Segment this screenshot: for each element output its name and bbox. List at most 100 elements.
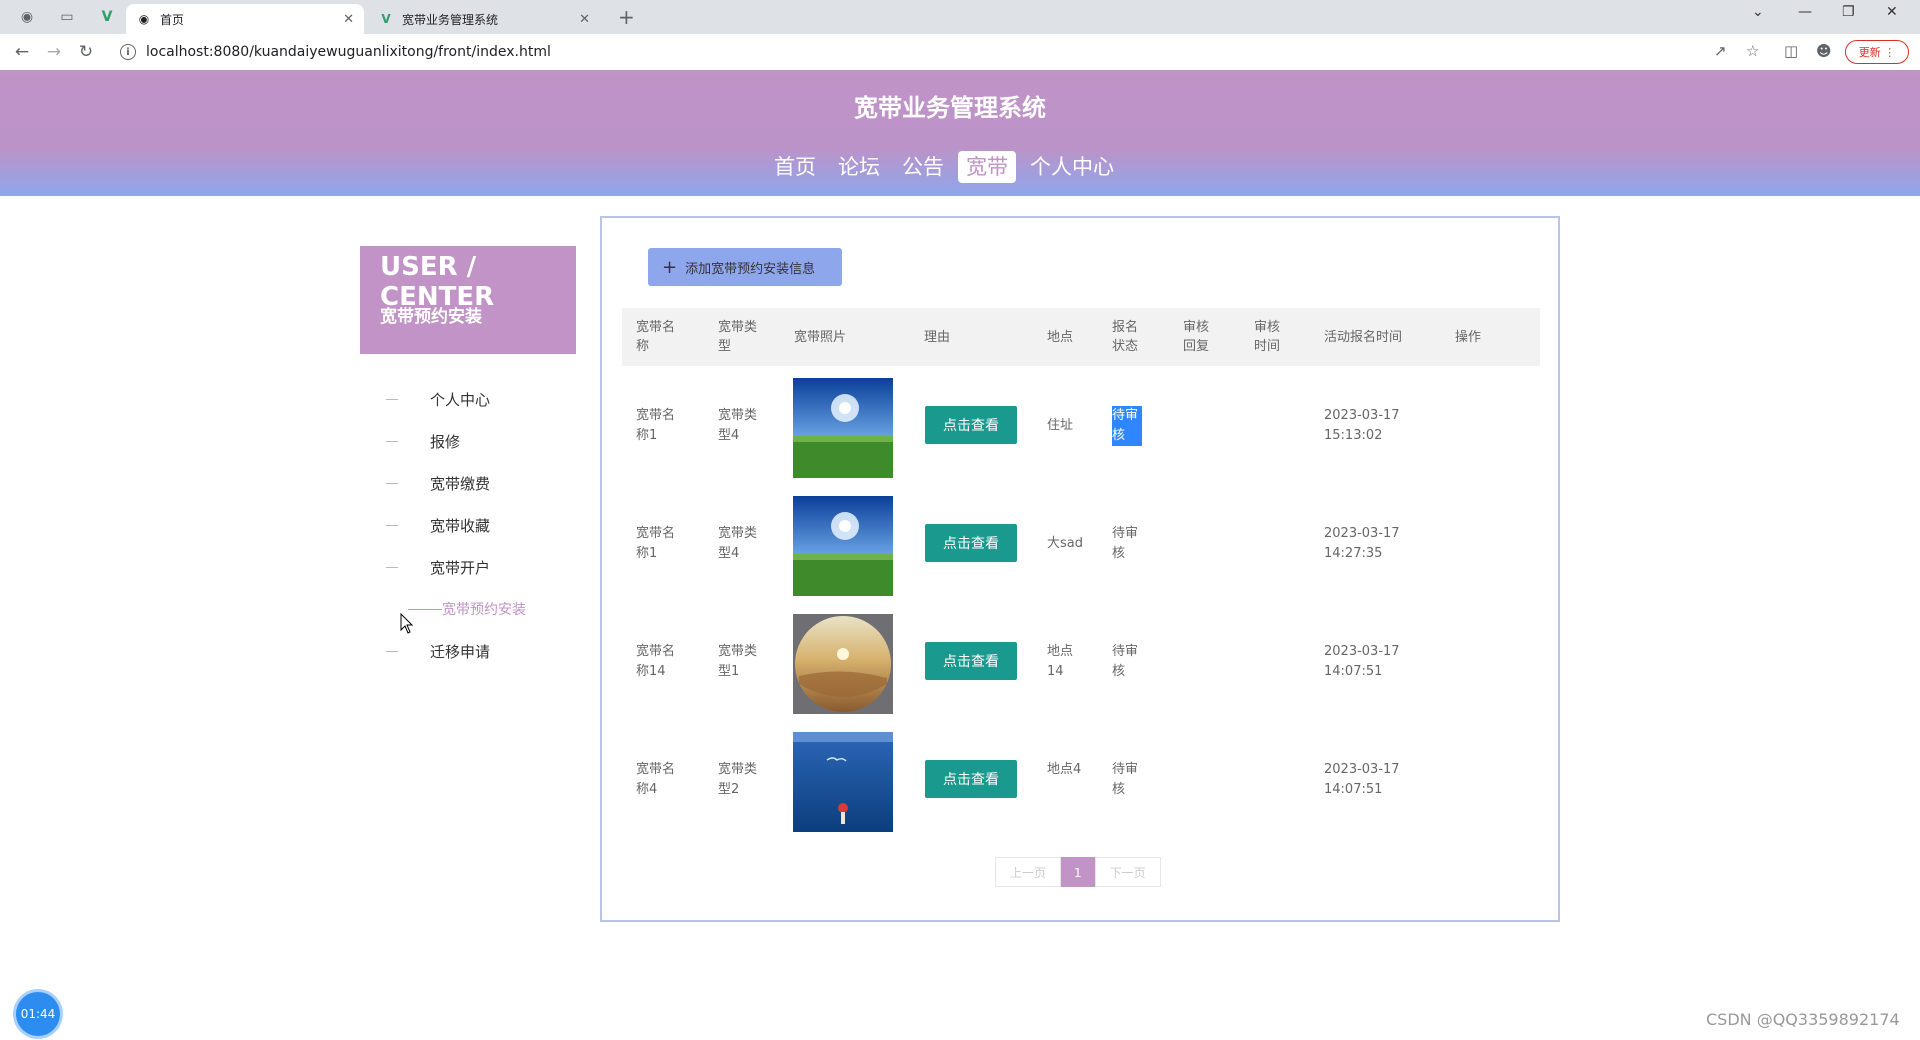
sidebar-item-favorites[interactable]: 宽带收藏	[360, 504, 580, 546]
forward-icon[interactable]: →	[42, 40, 66, 64]
vue-icon: V	[381, 12, 391, 26]
browser-toolbar: ← → ↻ i localhost:8080/kuandaiyewuguanli…	[0, 34, 1920, 71]
broadband-photo	[793, 732, 893, 832]
view-detail-button[interactable]: 点击查看	[925, 524, 1017, 562]
cell-name: 宽带名称14	[636, 644, 676, 679]
site-title: 宽带业务管理系统	[854, 94, 1046, 122]
table-row: 宽带名称1 宽带类型4 点击查看 大sad 待审核 2023-03-17 14:…	[622, 486, 1540, 604]
profile-icon[interactable]: ☻	[1816, 42, 1832, 60]
view-detail-button[interactable]: 点击查看	[925, 760, 1017, 798]
next-page-button[interactable]: 下一页	[1094, 857, 1161, 887]
broadband-photo	[793, 378, 893, 478]
sidebar-item-label: 宽带缴费	[430, 474, 491, 493]
pinned-tab-vue-icon[interactable]: V	[92, 4, 122, 30]
new-tab-icon[interactable]: +	[618, 6, 635, 28]
main-panel: + 添加宽带预约安装信息 宽带名称 宽带类型 宽带照片 理由 地点 报名状态 审…	[600, 216, 1560, 922]
pinned-tab-blank-icon[interactable]: ▭	[52, 4, 82, 30]
cell-type: 宽带类型1	[718, 644, 758, 679]
add-booking-label: 添加宽带预约安装信息	[685, 261, 816, 277]
globe-icon: ◉	[138, 12, 150, 26]
share-icon[interactable]: ↗	[1714, 42, 1727, 60]
signup-date: 2023-03-17	[1324, 408, 1400, 423]
view-detail-button[interactable]: 点击查看	[925, 642, 1017, 680]
info-icon[interactable]: i	[120, 44, 136, 60]
side-panel-icon[interactable]: ◫	[1784, 42, 1798, 60]
cell-signup-time: 2023-03-17 14:27:35	[1324, 524, 1434, 564]
cell-signup-time: 2023-03-17 14:07:51	[1324, 760, 1434, 800]
signup-clock: 14:27:35	[1324, 546, 1383, 561]
signup-clock: 15:13:02	[1324, 428, 1383, 443]
signup-date: 2023-03-17	[1324, 644, 1400, 659]
pinned-tab-globe-icon[interactable]: ◉	[12, 4, 42, 30]
cell-type: 宽带类型4	[718, 526, 758, 561]
signup-clock: 14:07:51	[1324, 782, 1383, 797]
sidebar-item-label: 宽带开户	[430, 558, 491, 577]
column-header: 宽带类型	[718, 320, 758, 354]
sidebar-item-payment[interactable]: 宽带缴费	[360, 462, 580, 504]
recording-timer[interactable]: 01:44	[16, 992, 60, 1036]
column-header: 宽带名称	[636, 320, 676, 354]
nav-broadband[interactable]: 宽带	[958, 151, 1016, 183]
cell-type: 宽带类型2	[718, 762, 758, 797]
close-window-icon[interactable]: ✕	[1886, 4, 1898, 20]
site-header: 宽带业务管理系统 首页 论坛 公告 宽带 个人中心	[0, 70, 1920, 196]
cell-name: 宽带名称4	[636, 762, 676, 797]
dash-icon	[386, 482, 398, 484]
page-number-button[interactable]: 1	[1061, 857, 1095, 887]
column-header: 审核回复	[1183, 320, 1210, 354]
reload-icon[interactable]: ↻	[74, 40, 98, 64]
broadband-photo	[793, 614, 893, 714]
back-icon[interactable]: ←	[10, 40, 34, 64]
pagination: 上一页 1 下一页	[995, 857, 1161, 887]
restore-icon[interactable]: ❐	[1842, 4, 1855, 20]
sidebar-item-repair[interactable]: 报修	[360, 420, 580, 462]
close-icon[interactable]: ✕	[343, 12, 354, 27]
sidebar-item-relocation[interactable]: 迁移申请	[360, 630, 580, 672]
column-header: 报名状态	[1112, 320, 1139, 354]
sidebar-item-label: 报修	[430, 432, 461, 451]
sidebar-item-label: 迁移申请	[430, 642, 491, 661]
signup-clock: 14:07:51	[1324, 664, 1383, 679]
plus-icon: +	[662, 256, 678, 278]
dash-icon	[386, 440, 398, 442]
update-label: 更新	[1858, 46, 1881, 59]
dash-icon	[386, 524, 398, 526]
cell-status: 待审核	[1112, 526, 1139, 561]
chevron-down-icon[interactable]: ⌄	[1752, 4, 1764, 20]
update-button[interactable]: 更新 ⋮	[1845, 40, 1909, 64]
tab-home[interactable]: ◉ 首页 ✕	[126, 4, 364, 34]
cell-type: 宽带类型4	[718, 408, 758, 443]
close-icon[interactable]: ✕	[579, 12, 590, 27]
tab-system[interactable]: V 宽带业务管理系统 ✕	[368, 4, 600, 34]
cell-location: 住址	[1047, 418, 1074, 433]
user-center-banner: USER / CENTER 宽带预约安装	[360, 246, 576, 354]
column-header: 宽带照片	[794, 329, 847, 345]
cell-name: 宽带名称1	[636, 408, 676, 443]
sidebar-item-user-center[interactable]: 个人中心	[360, 378, 580, 420]
cell-status: 待审核	[1112, 644, 1139, 679]
nav-forum[interactable]: 论坛	[830, 151, 888, 183]
watermark-text: CSDN @QQ3359892174	[1706, 1010, 1900, 1029]
nav-user-center[interactable]: 个人中心	[1022, 151, 1122, 183]
nav-home[interactable]: 首页	[766, 151, 824, 183]
nav-notice[interactable]: 公告	[894, 151, 952, 183]
dash-icon	[386, 566, 398, 568]
signup-date: 2023-03-17	[1324, 762, 1400, 777]
tab-title: 宽带业务管理系统	[402, 12, 499, 27]
view-detail-button[interactable]: 点击查看	[925, 406, 1017, 444]
browser-tab-bar: ◉ ▭ V ◉ 首页 ✕ V 宽带业务管理系统 ✕ + ⌄ — ❐ ✕	[0, 0, 1920, 34]
address-bar[interactable]: i localhost:8080/kuandaiyewuguanlixitong…	[106, 38, 1746, 66]
sidebar-item-open-account[interactable]: 宽带开户	[360, 546, 580, 588]
cell-status: 待审核	[1112, 406, 1142, 446]
cell-signup-time: 2023-03-17 15:13:02	[1324, 406, 1434, 446]
dash-icon	[408, 608, 442, 610]
minimize-icon[interactable]: —	[1798, 4, 1812, 20]
prev-page-button[interactable]: 上一页	[995, 857, 1062, 887]
main-nav: 首页 论坛 公告 宽带 个人中心	[766, 150, 1122, 184]
add-booking-button[interactable]: + 添加宽带预约安装信息	[648, 248, 842, 286]
url-text: localhost:8080/kuandaiyewuguanlixitong/f…	[146, 44, 551, 60]
column-header: 地点	[1047, 329, 1074, 345]
star-icon[interactable]: ☆	[1746, 42, 1759, 60]
table-row: 宽带名称14 宽带类型1 点击查看 地点14 待审核 2023-03-17 14…	[622, 604, 1540, 722]
sidebar-item-install-booking[interactable]: 宽带预约安装	[360, 588, 580, 630]
